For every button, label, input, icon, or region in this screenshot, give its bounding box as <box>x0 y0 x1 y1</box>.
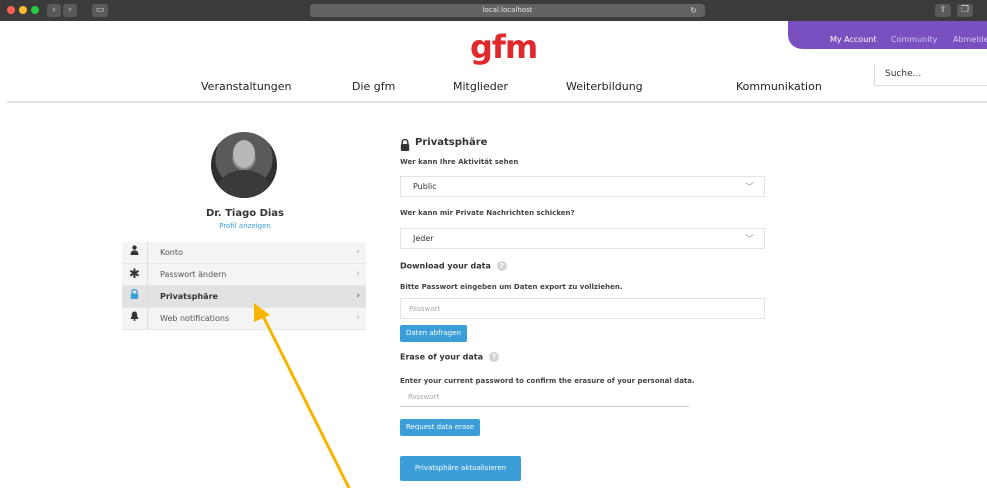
menu-item-label: Konto <box>160 248 183 257</box>
nav-weiterbildung[interactable]: Weiterbildung <box>566 80 643 93</box>
forward-icon[interactable]: › <box>63 4 77 17</box>
erase-instruction: Enter your current password to confirm t… <box>400 377 695 385</box>
nav-mitglieder[interactable]: Mitglieder <box>453 80 508 93</box>
profile-name: Dr. Tiago Dias <box>205 208 285 219</box>
header-divider <box>7 101 987 103</box>
messages-value: Jeder <box>413 234 434 243</box>
lock-icon <box>400 136 410 155</box>
erase-heading: Erase of your data? <box>400 352 500 362</box>
activity-value: Public <box>413 182 437 191</box>
asterisk-icon: ✱ <box>122 264 148 286</box>
tabs-icon[interactable]: ❐ <box>957 4 973 17</box>
erase-heading-text: Erase of your data <box>400 352 484 362</box>
menu-item-label: Web notifications <box>160 314 230 323</box>
menu-item-web-notifications[interactable]: Web notifications › <box>122 308 366 330</box>
activity-label: Wer kann Ihre Aktivität sehen <box>400 158 519 166</box>
url-text: local.localhost <box>482 6 533 14</box>
gfm-logo[interactable]: gfm <box>470 30 538 64</box>
my-account-link[interactable]: My Account <box>830 35 876 44</box>
request-data-button[interactable]: Daten abfragen <box>400 325 467 342</box>
help-icon[interactable]: ? <box>489 352 500 362</box>
download-password-input[interactable]: Passwort <box>400 298 765 319</box>
chevron-right-icon: › <box>356 313 360 323</box>
chevron-right-icon: › <box>356 269 360 279</box>
address-bar[interactable]: local.localhost ↻ <box>310 4 705 17</box>
update-privacy-button[interactable]: Privatsphäre aktualisieren <box>400 456 521 481</box>
help-icon[interactable]: ? <box>496 261 507 271</box>
menu-item-privatsphaere[interactable]: Privatsphäre › <box>122 286 366 308</box>
reload-icon[interactable]: ↻ <box>690 4 697 17</box>
profile-view-link[interactable]: Profil anzeigen <box>160 222 330 230</box>
menu-item-label: Passwort ändern <box>160 270 227 279</box>
browser-toolbar: ‹ › ▭ local.localhost ↻ ⇪ ❐ <box>0 0 987 21</box>
search-input[interactable]: Suche... <box>874 64 987 86</box>
chevron-right-icon: › <box>356 247 360 257</box>
nav-veranstaltungen[interactable]: Veranstaltungen <box>201 80 292 93</box>
community-link[interactable]: Community <box>891 35 937 44</box>
back-icon[interactable]: ‹ <box>47 4 61 17</box>
section-title: Privatsphäre <box>415 137 488 148</box>
share-icon[interactable]: ⇪ <box>935 4 951 17</box>
download-heading-text: Download your data <box>400 261 491 271</box>
menu-item-konto[interactable]: Konto › <box>122 242 366 264</box>
maximize-window-button[interactable] <box>31 6 39 14</box>
request-erase-button[interactable]: Request data erase <box>400 419 481 436</box>
chevron-right-icon: › <box>356 291 360 301</box>
chevron-down-icon: ﹀ <box>744 235 754 245</box>
user-icon <box>122 242 148 264</box>
avatar[interactable] <box>211 132 277 198</box>
lock-icon <box>122 286 148 308</box>
logout-link[interactable]: Abmelde <box>953 35 987 44</box>
download-instruction: Bitte Passwort eingeben um Daten export … <box>400 283 623 291</box>
nav-die-gfm[interactable]: Die gfm <box>352 80 395 93</box>
messages-label: Wer kann mir Private Nachrichten schicke… <box>400 209 575 217</box>
menu-item-passwort[interactable]: ✱ Passwort ändern › <box>122 264 366 286</box>
menu-item-label: Privatsphäre <box>160 292 218 301</box>
close-window-button[interactable] <box>7 6 15 14</box>
settings-menu: Konto › ✱ Passwort ändern › Privatsphäre… <box>122 242 366 330</box>
activity-select[interactable]: Public ﹀ <box>400 176 765 197</box>
erase-password-input[interactable]: Passwort <box>400 389 689 407</box>
bell-icon <box>122 308 148 330</box>
minimize-window-button[interactable] <box>19 6 27 14</box>
account-bar: My Account Community Abmelde <box>788 21 987 49</box>
sidebar-toggle-icon[interactable]: ▭ <box>92 4 108 17</box>
nav-kommunikation[interactable]: Kommunikation <box>736 80 822 93</box>
messages-select[interactable]: Jeder ﹀ <box>400 228 765 249</box>
download-heading: Download your data? <box>400 261 507 271</box>
chevron-down-icon: ﹀ <box>744 183 754 193</box>
